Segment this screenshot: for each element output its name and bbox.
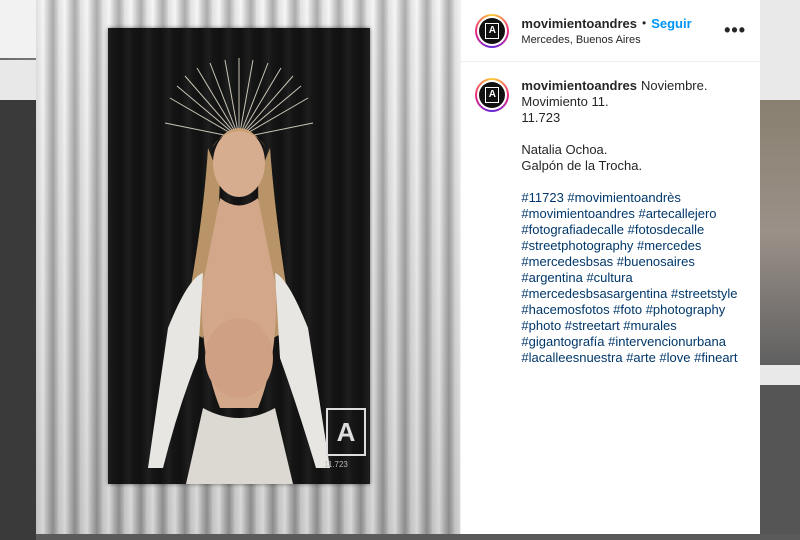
more-options-icon[interactable]: ••• bbox=[724, 20, 746, 41]
hashtag-line[interactable]: #mercedesbsasargentina #streetstyle bbox=[521, 286, 737, 302]
caption-line: Noviembre. bbox=[641, 78, 708, 93]
background-left-thumb bbox=[0, 60, 36, 100]
hashtags: #11723 #movimientoandrès #movimientoandr… bbox=[521, 190, 737, 366]
hashtag-line[interactable]: #gigantografía #intervencionurbana bbox=[521, 334, 737, 350]
post-photo[interactable]: A 11.723 bbox=[36, 0, 461, 534]
caption-body: movimientoandres Noviembre. Movimiento 11… bbox=[521, 78, 737, 366]
hashtag-line[interactable]: #streetphotography #mercedes bbox=[521, 238, 737, 254]
post-side-panel: A movimientoandres • Seguir Mercedes, Bu… bbox=[460, 0, 760, 534]
hashtag-line[interactable]: #hacemosfotos #foto #photography bbox=[521, 302, 737, 318]
poster-logo: A bbox=[326, 408, 366, 456]
post-modal: A 11.723 A movimientoandres • Seguir Mer… bbox=[36, 0, 760, 534]
hashtag-line[interactable]: #fotografiadecalle #fotosdecalle bbox=[521, 222, 737, 238]
caption-avatar-logo-icon: A bbox=[485, 87, 500, 103]
hashtag-line[interactable]: #movimientoandres #artecallejero bbox=[521, 206, 737, 222]
background-right-photo bbox=[760, 100, 800, 365]
avatar[interactable]: A bbox=[475, 13, 510, 48]
caption-username[interactable]: movimientoandres bbox=[521, 78, 637, 93]
poster: A 11.723 bbox=[108, 28, 370, 484]
hashtag-line[interactable]: #lacalleesnuestra #arte #love #fineart bbox=[521, 350, 737, 366]
location-link[interactable]: Mercedes, Buenos Aires bbox=[521, 34, 724, 46]
caption-line: 11.723 bbox=[521, 110, 561, 125]
follow-button[interactable]: Seguir bbox=[651, 16, 691, 31]
caption-line: Galpón de la Trocha. bbox=[521, 158, 643, 173]
avatar-logo-icon: A bbox=[485, 22, 500, 39]
post-header: A movimientoandres • Seguir Mercedes, Bu… bbox=[461, 0, 760, 62]
background-left-photo bbox=[0, 100, 36, 540]
hashtag-line[interactable]: #11723 #movimientoandrès bbox=[521, 190, 737, 206]
hashtag-line[interactable]: #photo #streetart #murales bbox=[521, 318, 737, 334]
poster-number: 11.723 bbox=[324, 460, 348, 469]
caption-avatar[interactable]: A bbox=[475, 78, 510, 112]
background-right-photo-lower bbox=[760, 385, 800, 534]
header-username[interactable]: movimientoandres bbox=[521, 16, 637, 31]
caption-line: Movimiento 11. bbox=[521, 94, 609, 109]
hashtag-line[interactable]: #mercedesbsas #buenosaires bbox=[521, 254, 737, 270]
hashtag-line[interactable]: #argentina #cultura bbox=[521, 270, 737, 286]
caption: A movimientoandres Noviembre. Movimiento … bbox=[461, 62, 760, 366]
separator-dot: • bbox=[642, 16, 647, 30]
caption-line: Natalia Ochoa. bbox=[521, 142, 608, 157]
